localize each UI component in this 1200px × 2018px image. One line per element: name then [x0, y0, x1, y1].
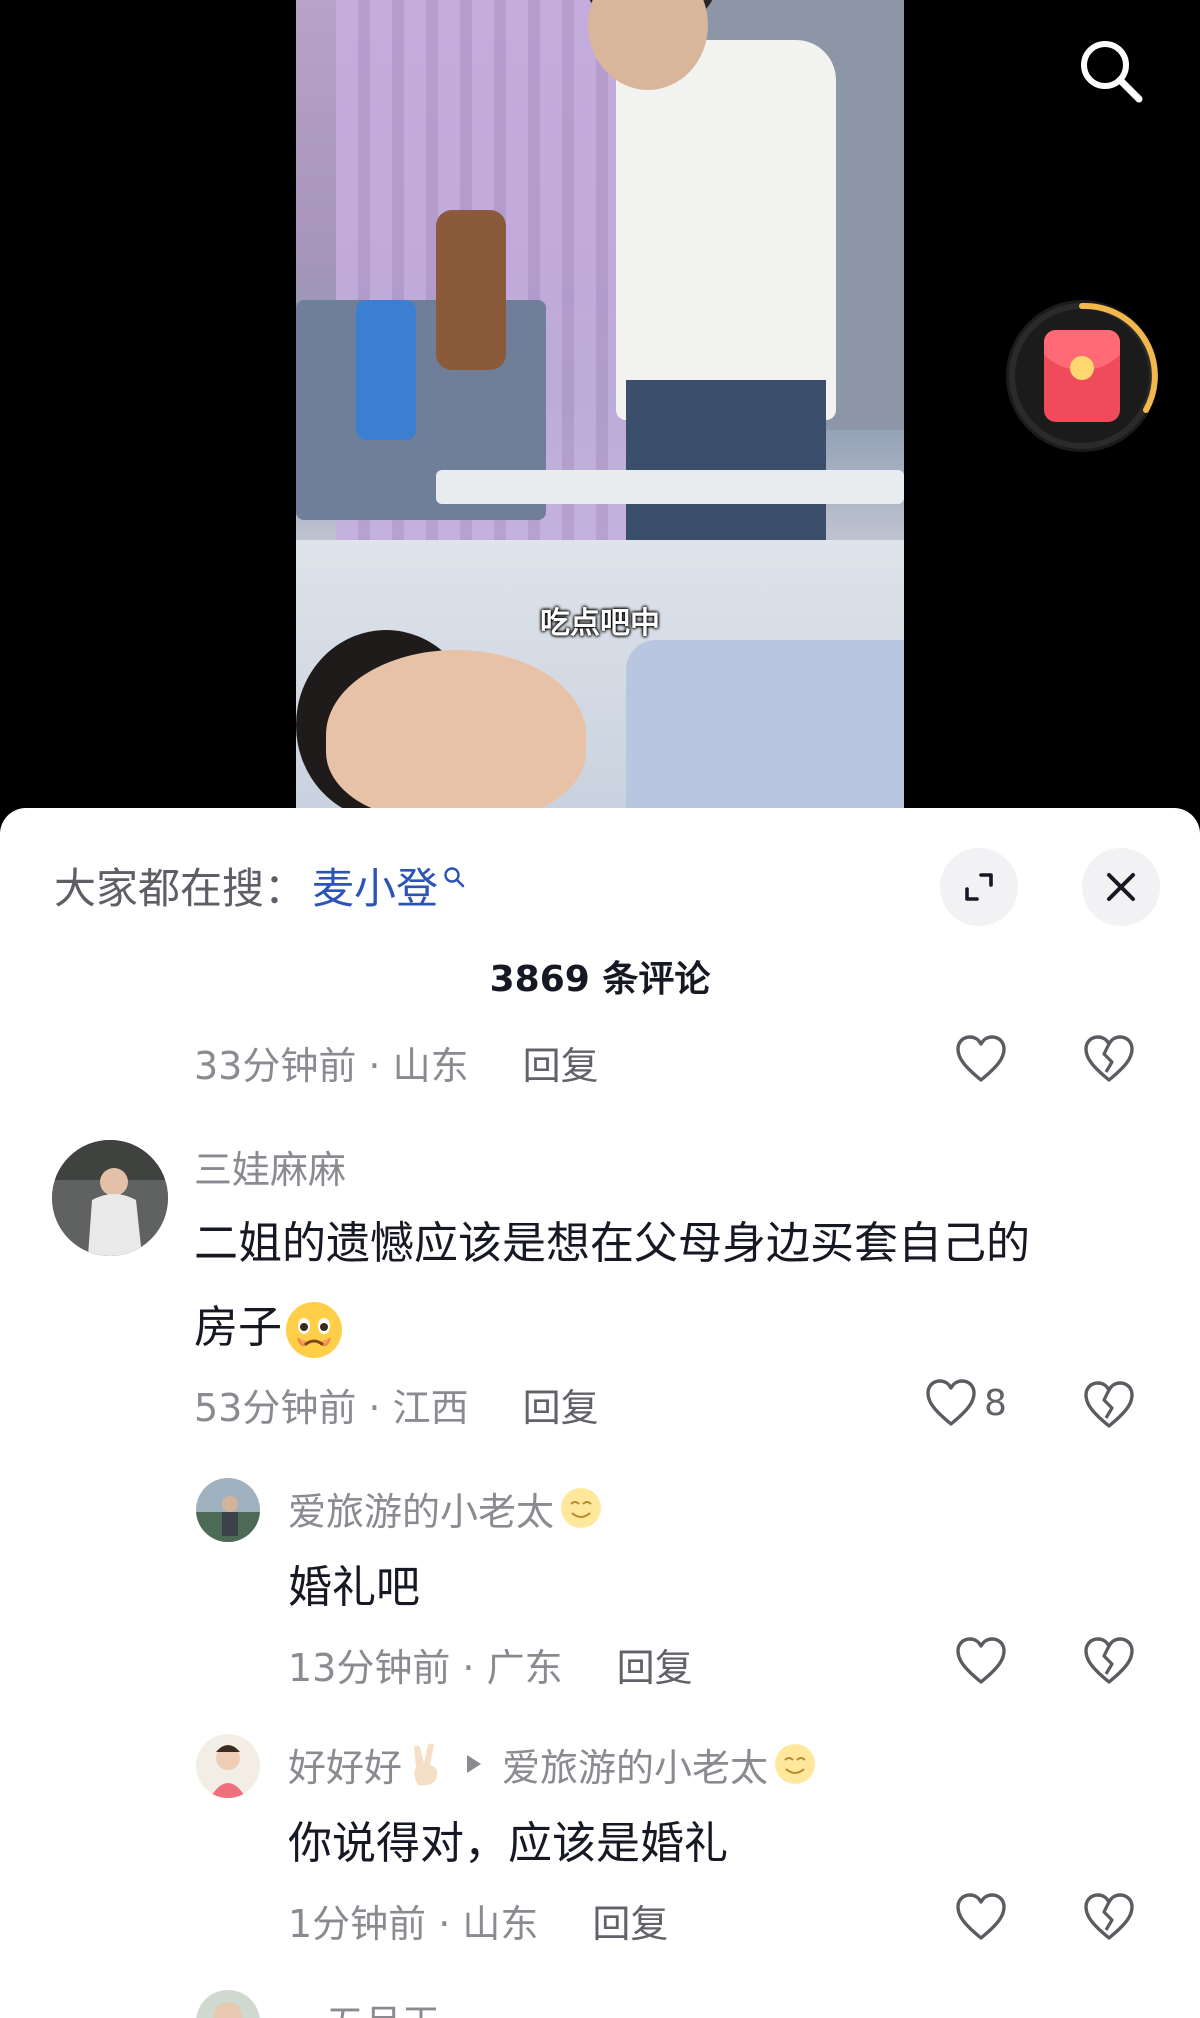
smiling-face-emoji [775, 1744, 816, 1784]
like-button[interactable]: 8 [924, 1378, 1007, 1428]
username-text: 爱旅游的小老太 [288, 1489, 555, 1534]
comment-meta: 13分钟前 · 广东 回复 [288, 1634, 693, 1694]
comment-text-line: 房子 [194, 1286, 1134, 1370]
reply-button[interactable]: 回复 [523, 1377, 599, 1432]
comment-username-row: 好好好 爱旅游的小老太 [288, 1736, 818, 1792]
video-player[interactable]: 吃点吧中 [0, 0, 1200, 820]
avatar-image [196, 1734, 260, 1798]
avatar-image [52, 1140, 168, 1256]
jar [436, 210, 506, 370]
heart-icon [956, 1035, 1006, 1082]
heart-icon [956, 1893, 1006, 1940]
smiling-face-emoji [561, 1488, 602, 1528]
comment-sheet: 大家都在搜： 麦小登 3869 条评论 33分钟前 · 山东 回复 三娃麻麻 二… [0, 808, 1200, 2018]
comment-meta: 53分钟前 · 江西 回复 [194, 1374, 599, 1434]
red-packet-icon [1044, 330, 1120, 422]
broken-heart-icon[interactable] [1082, 1034, 1136, 1084]
like-button[interactable] [954, 1892, 1008, 1942]
avatar-image [196, 1990, 260, 2018]
victory-hand-emoji [414, 1743, 438, 1786]
comment-text: 婚礼吧 [288, 1562, 420, 1613]
avatar[interactable] [52, 1140, 168, 1256]
trending-search-prefix: 大家都在搜： [54, 863, 307, 913]
reply-to-username[interactable]: 爱旅游的小老太 [502, 1737, 768, 1792]
comment-text: 你说得对，应该是婚礼 [288, 1818, 728, 1869]
video-frame[interactable]: 吃点吧中 [296, 0, 904, 810]
comment-time-location: 53分钟前 · 江西 [194, 1385, 469, 1430]
comment-meta: 33分钟前 · 山东 回复 [194, 1032, 599, 1092]
bed-rail [436, 470, 904, 504]
reply-arrow-icon [467, 1755, 482, 1773]
expand-icon [965, 873, 993, 901]
comment-text-line: 二姐的遗憾应该是想在父母身边买套自己的 [194, 1218, 1030, 1269]
avatar[interactable] [196, 1478, 260, 1542]
avatar-image [196, 1478, 260, 1542]
comment-text-fragment: 房子 [194, 1302, 282, 1353]
comment-username[interactable]: 一五月王 [288, 1992, 440, 2018]
comment-time-location: 1分钟前 · 山东 [288, 1901, 539, 1946]
comment-username[interactable]: 爱旅游的小老太 [288, 1480, 604, 1536]
avatar[interactable] [196, 1990, 260, 2018]
woman-face [326, 650, 586, 810]
comment-text: 二姐的遗憾应该是想在父母身边买套自己的 房子 [194, 1202, 1134, 1370]
search-icon [444, 867, 465, 888]
reply-button[interactable]: 回复 [523, 1035, 599, 1090]
broken-heart-icon[interactable] [1082, 1892, 1136, 1942]
reply-button[interactable]: 回复 [617, 1637, 693, 1692]
like-count: 8 [984, 1382, 1007, 1424]
heart-icon [926, 1379, 976, 1426]
red-packet-button[interactable] [1006, 300, 1158, 452]
broken-heart-icon[interactable] [1082, 1636, 1136, 1686]
video-subtitle: 吃点吧中 [540, 606, 660, 641]
trending-search-row: 大家都在搜： 麦小登 [54, 848, 466, 922]
comment-meta: 1分钟前 · 山东 回复 [288, 1890, 668, 1950]
like-button[interactable] [954, 1034, 1008, 1084]
heart-icon [956, 1637, 1006, 1684]
avatar[interactable] [196, 1734, 260, 1798]
crying-face-emoji [286, 1302, 342, 1358]
close-icon [1107, 873, 1135, 901]
comment-time-location: 33分钟前 · 山东 [194, 1043, 469, 1088]
water-bottle [356, 300, 416, 440]
search-icon [1081, 41, 1143, 103]
trending-search-link[interactable]: 麦小登 [312, 855, 438, 916]
comment-count-title: 3869 条评论 [489, 959, 711, 1000]
close-button[interactable] [1082, 848, 1160, 926]
comment-username[interactable]: 好好好 [288, 1737, 402, 1792]
comment-time-location: 13分钟前 · 广东 [288, 1645, 563, 1690]
top-search-button[interactable] [1070, 30, 1150, 110]
reply-button[interactable]: 回复 [592, 1893, 668, 1948]
expand-button[interactable] [940, 848, 1018, 926]
blanket [626, 640, 904, 810]
like-button[interactable] [954, 1636, 1008, 1686]
man-figure [616, 40, 836, 420]
comment-username[interactable]: 三娃麻麻 [194, 1138, 346, 1194]
broken-heart-icon[interactable] [1082, 1380, 1136, 1430]
